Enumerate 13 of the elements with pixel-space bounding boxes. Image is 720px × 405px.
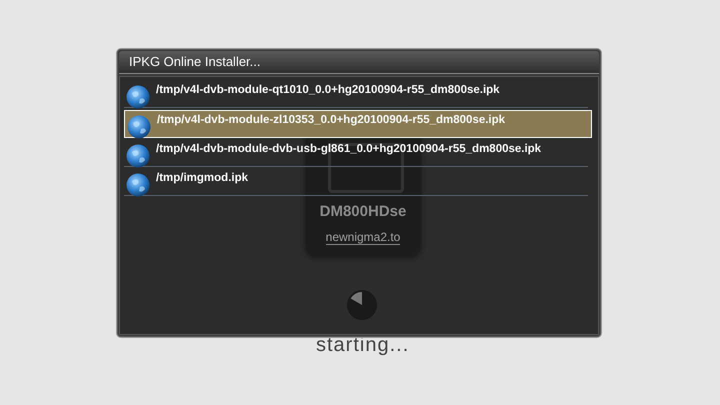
package-item[interactable]: /tmp/v4l-dvb-module-dvb-usb-gl861_0.0+hg20100904-r55_dm800se.ipk bbox=[124, 140, 588, 167]
globe-icon bbox=[127, 115, 151, 139]
globe-icon bbox=[126, 144, 150, 168]
globe-icon bbox=[126, 173, 150, 197]
package-item[interactable]: /tmp/v4l-dvb-module-qt1010_0.0+hg20100904-r55_dm800se.ipk bbox=[124, 81, 588, 108]
window-title: IPKG Online Installer... bbox=[119, 51, 599, 74]
spinner-icon bbox=[346, 289, 378, 321]
package-item[interactable]: /tmp/v4l-dvb-module-zl10353_0.0+hg20100904-r55_dm800se.ipk bbox=[124, 110, 592, 138]
brand-label: newnigma2.to bbox=[326, 230, 400, 245]
boot-status-text: starting... bbox=[316, 334, 410, 356]
globe-icon bbox=[126, 85, 150, 109]
package-item[interactable]: /tmp/imgmod.ipk bbox=[124, 169, 588, 196]
device-label: DM800HDse bbox=[320, 203, 406, 220]
